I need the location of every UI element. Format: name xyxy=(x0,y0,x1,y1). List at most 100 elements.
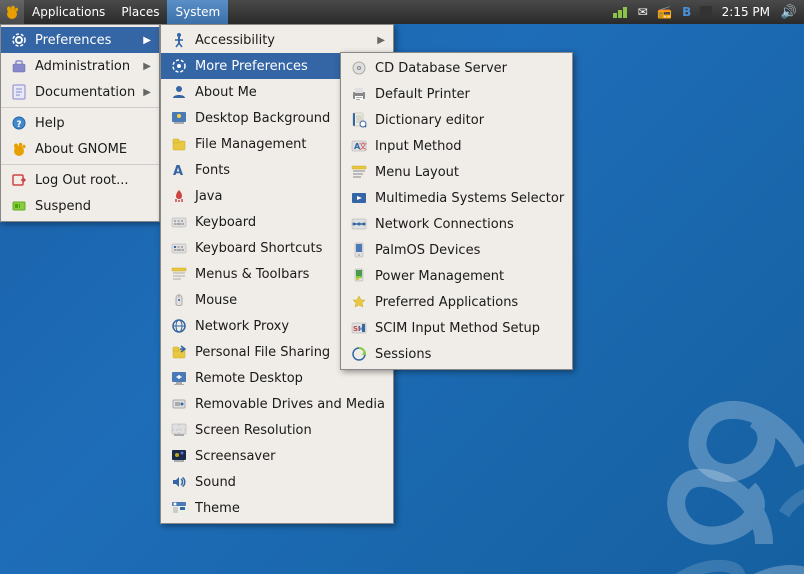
keyboard-shortcuts-icon xyxy=(169,238,189,258)
taskbar-right: ✉ 📻 B 2:15 PM 🔊 xyxy=(612,3,804,21)
taskbar-mail-icon[interactable]: ✉ xyxy=(634,3,652,21)
multimedia-label: Multimedia Systems Selector xyxy=(375,191,564,206)
screen-resolution-label: Screen Resolution xyxy=(195,423,385,438)
administration-arrow: ▶ xyxy=(143,61,151,72)
system-menu-suspend[interactable]: Suspend xyxy=(1,193,159,219)
administration-label: Administration xyxy=(35,59,137,74)
theme-icon xyxy=(169,498,189,518)
removable-drives-icon xyxy=(169,394,189,414)
about-gnome-label: About GNOME xyxy=(35,142,151,157)
sound-label: Sound xyxy=(195,475,385,490)
taskbar-bluetooth-icon[interactable]: B xyxy=(678,3,696,21)
screen-resolution-icon xyxy=(169,420,189,440)
more-pref-palmos[interactable]: PalmOS Devices xyxy=(341,237,572,263)
background-swirls xyxy=(564,314,804,574)
network-connections-icon xyxy=(349,214,369,234)
palmos-icon xyxy=(349,240,369,260)
more-pref-preferred-apps[interactable]: Preferred Applications xyxy=(341,289,572,315)
fonts-icon: A xyxy=(169,160,189,180)
sessions-label: Sessions xyxy=(375,347,564,362)
power-management-icon xyxy=(349,266,369,286)
taskbar-applications[interactable]: Applications xyxy=(24,0,113,24)
logout-icon xyxy=(9,170,29,190)
cd-database-label: CD Database Server xyxy=(375,61,564,76)
accessibility-arrow: ▶ xyxy=(377,35,385,46)
taskbar-radio-icon[interactable]: 📻 xyxy=(656,3,674,21)
cd-database-icon xyxy=(349,58,369,78)
system-menu-preferences[interactable]: Preferences ▶ xyxy=(1,27,159,53)
power-management-label: Power Management xyxy=(375,269,564,284)
system-menu: Preferences ▶ Administration ▶ xyxy=(0,24,160,222)
system-menu-documentation[interactable]: Documentation ▶ xyxy=(1,79,159,105)
accessibility-icon xyxy=(169,30,189,50)
taskbar-clock: 2:15 PM xyxy=(716,5,776,19)
pref-screen-resolution[interactable]: Screen Resolution xyxy=(161,417,393,443)
system-menu-logout[interactable]: Log Out root... xyxy=(1,167,159,193)
desktop-background-icon xyxy=(169,108,189,128)
taskbar-left: Applications Places System xyxy=(0,0,228,24)
gnome-foot-icon xyxy=(4,4,20,20)
preferred-apps-icon xyxy=(349,292,369,312)
pref-screensaver[interactable]: Screensaver xyxy=(161,443,393,469)
more-pref-network-connections[interactable]: Network Connections xyxy=(341,211,572,237)
more-pref-dictionary-editor[interactable]: Dictionary editor xyxy=(341,107,572,133)
taskbar-volume-icon[interactable]: 🔊 xyxy=(780,3,798,21)
pref-sound[interactable]: Sound xyxy=(161,469,393,495)
documentation-label: Documentation xyxy=(35,85,137,100)
dictionary-editor-label: Dictionary editor xyxy=(375,113,564,128)
help-icon: ? xyxy=(9,113,29,133)
system-menu-about-gnome[interactable]: About GNOME xyxy=(1,136,159,162)
screensaver-icon xyxy=(169,446,189,466)
more-pref-menu-layout[interactable]: Menu Layout xyxy=(341,159,572,185)
preferred-apps-label: Preferred Applications xyxy=(375,295,564,310)
pref-accessibility[interactable]: Accessibility ▶ xyxy=(161,27,393,53)
menu-layout-icon xyxy=(349,162,369,182)
taskbar-system[interactable]: System xyxy=(167,0,228,24)
desktop: Applications Places System ✉ 📻 B 2:15 PM xyxy=(0,0,804,574)
multimedia-icon xyxy=(349,188,369,208)
remote-desktop-label: Remote Desktop xyxy=(195,371,385,386)
about-gnome-icon xyxy=(9,139,29,159)
separator-1 xyxy=(1,107,159,108)
more-pref-default-printer[interactable]: Default Printer xyxy=(341,81,572,107)
dictionary-editor-icon xyxy=(349,110,369,130)
system-menu-help[interactable]: ? Help xyxy=(1,110,159,136)
suspend-icon xyxy=(9,196,29,216)
removable-drives-label: Removable Drives and Media xyxy=(195,397,385,412)
taskbar-gnome-foot[interactable] xyxy=(0,0,24,24)
input-method-icon: A 文 xyxy=(349,136,369,156)
preferences-label: Preferences xyxy=(35,33,137,48)
about-me-icon xyxy=(169,82,189,102)
input-method-label: Input Method xyxy=(375,139,564,154)
scim-icon: SI M xyxy=(349,318,369,338)
documentation-icon xyxy=(9,82,29,102)
logout-label: Log Out root... xyxy=(35,173,151,188)
pref-theme[interactable]: Theme xyxy=(161,495,393,521)
more-pref-input-method[interactable]: A 文 Input Method xyxy=(341,133,572,159)
theme-label: Theme xyxy=(195,501,385,516)
system-menu-administration[interactable]: Administration ▶ xyxy=(1,53,159,79)
pref-removable-drives[interactable]: Removable Drives and Media xyxy=(161,391,393,417)
svg-text:A: A xyxy=(173,164,183,178)
network-proxy-icon xyxy=(169,316,189,336)
scim-label: SCIM Input Method Setup xyxy=(375,321,564,336)
help-label: Help xyxy=(35,116,151,131)
documentation-arrow: ▶ xyxy=(143,87,151,98)
personal-file-sharing-icon xyxy=(169,342,189,362)
taskbar-places[interactable]: Places xyxy=(113,0,167,24)
java-icon xyxy=(169,186,189,206)
more-preferences-icon xyxy=(169,56,189,76)
more-pref-scim[interactable]: SI M SCIM Input Method Setup xyxy=(341,315,572,341)
preferences-icon xyxy=(9,30,29,50)
taskbar-indicator-icon[interactable] xyxy=(700,6,712,18)
more-preferences-menu: CD Database Server Default Printer xyxy=(340,52,573,370)
menu-system: Preferences ▶ Administration ▶ xyxy=(0,24,160,222)
preferences-arrow: ▶ xyxy=(143,35,151,46)
taskbar-network-icon[interactable] xyxy=(612,3,630,21)
more-pref-power-management[interactable]: Power Management xyxy=(341,263,572,289)
more-pref-multimedia[interactable]: Multimedia Systems Selector xyxy=(341,185,572,211)
keyboard-icon xyxy=(169,212,189,232)
default-printer-icon xyxy=(349,84,369,104)
more-pref-cd-database[interactable]: CD Database Server xyxy=(341,55,572,81)
more-pref-sessions[interactable]: Sessions xyxy=(341,341,572,367)
